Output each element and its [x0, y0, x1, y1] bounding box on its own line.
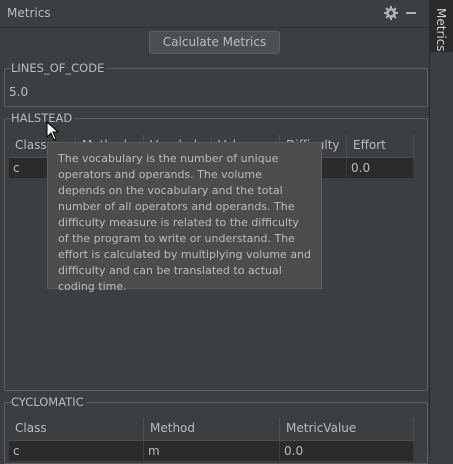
lines-of-code-label: LINES_OF_CODE: [11, 61, 107, 75]
panel-title: Metrics: [7, 6, 51, 20]
column-header-class[interactable]: Class: [9, 417, 144, 440]
cyclomatic-table: Class Method MetricValue c m 0.0: [9, 417, 414, 461]
cell-method: m: [144, 441, 280, 461]
cyclomatic-table-header: Class Method MetricValue: [9, 417, 414, 441]
calculate-metrics-button[interactable]: Calculate Metrics: [149, 31, 280, 54]
lines-of-code-value: 5.0: [9, 85, 29, 99]
metrics-side-tab-label: Metrics: [434, 8, 448, 52]
halstead-tooltip: The vocabulary is the number of unique o…: [47, 142, 322, 293]
cyclomatic-label: CYCLOMATIC: [11, 395, 86, 409]
gear-icon[interactable]: [383, 5, 399, 21]
tool-window-strip: Metrics: [429, 0, 453, 453]
lines-of-code-group: LINES_OF_CODE 5.0: [4, 61, 428, 107]
cell-effort: 0.0: [347, 158, 414, 178]
panel-header: Metrics: [0, 0, 429, 28]
mouse-pointer-icon: [46, 121, 60, 141]
cell-metric-value: 0.0: [280, 441, 414, 461]
metrics-panel: Metrics Calculate Metrics LINES_OF_CODE …: [0, 0, 429, 464]
minimize-icon[interactable]: [406, 12, 416, 14]
column-header-effort[interactable]: Effort: [347, 134, 414, 157]
halstead-label: HALSTEAD: [11, 111, 75, 125]
cell-class: c: [9, 441, 144, 461]
cyclomatic-group: CYCLOMATIC Class Method MetricValue c m …: [4, 395, 428, 464]
column-header-method[interactable]: Method: [144, 417, 280, 440]
table-row[interactable]: c m 0.0: [9, 441, 414, 461]
metrics-side-tab[interactable]: Metrics: [430, 0, 453, 52]
column-header-metric-value[interactable]: MetricValue: [280, 417, 414, 440]
